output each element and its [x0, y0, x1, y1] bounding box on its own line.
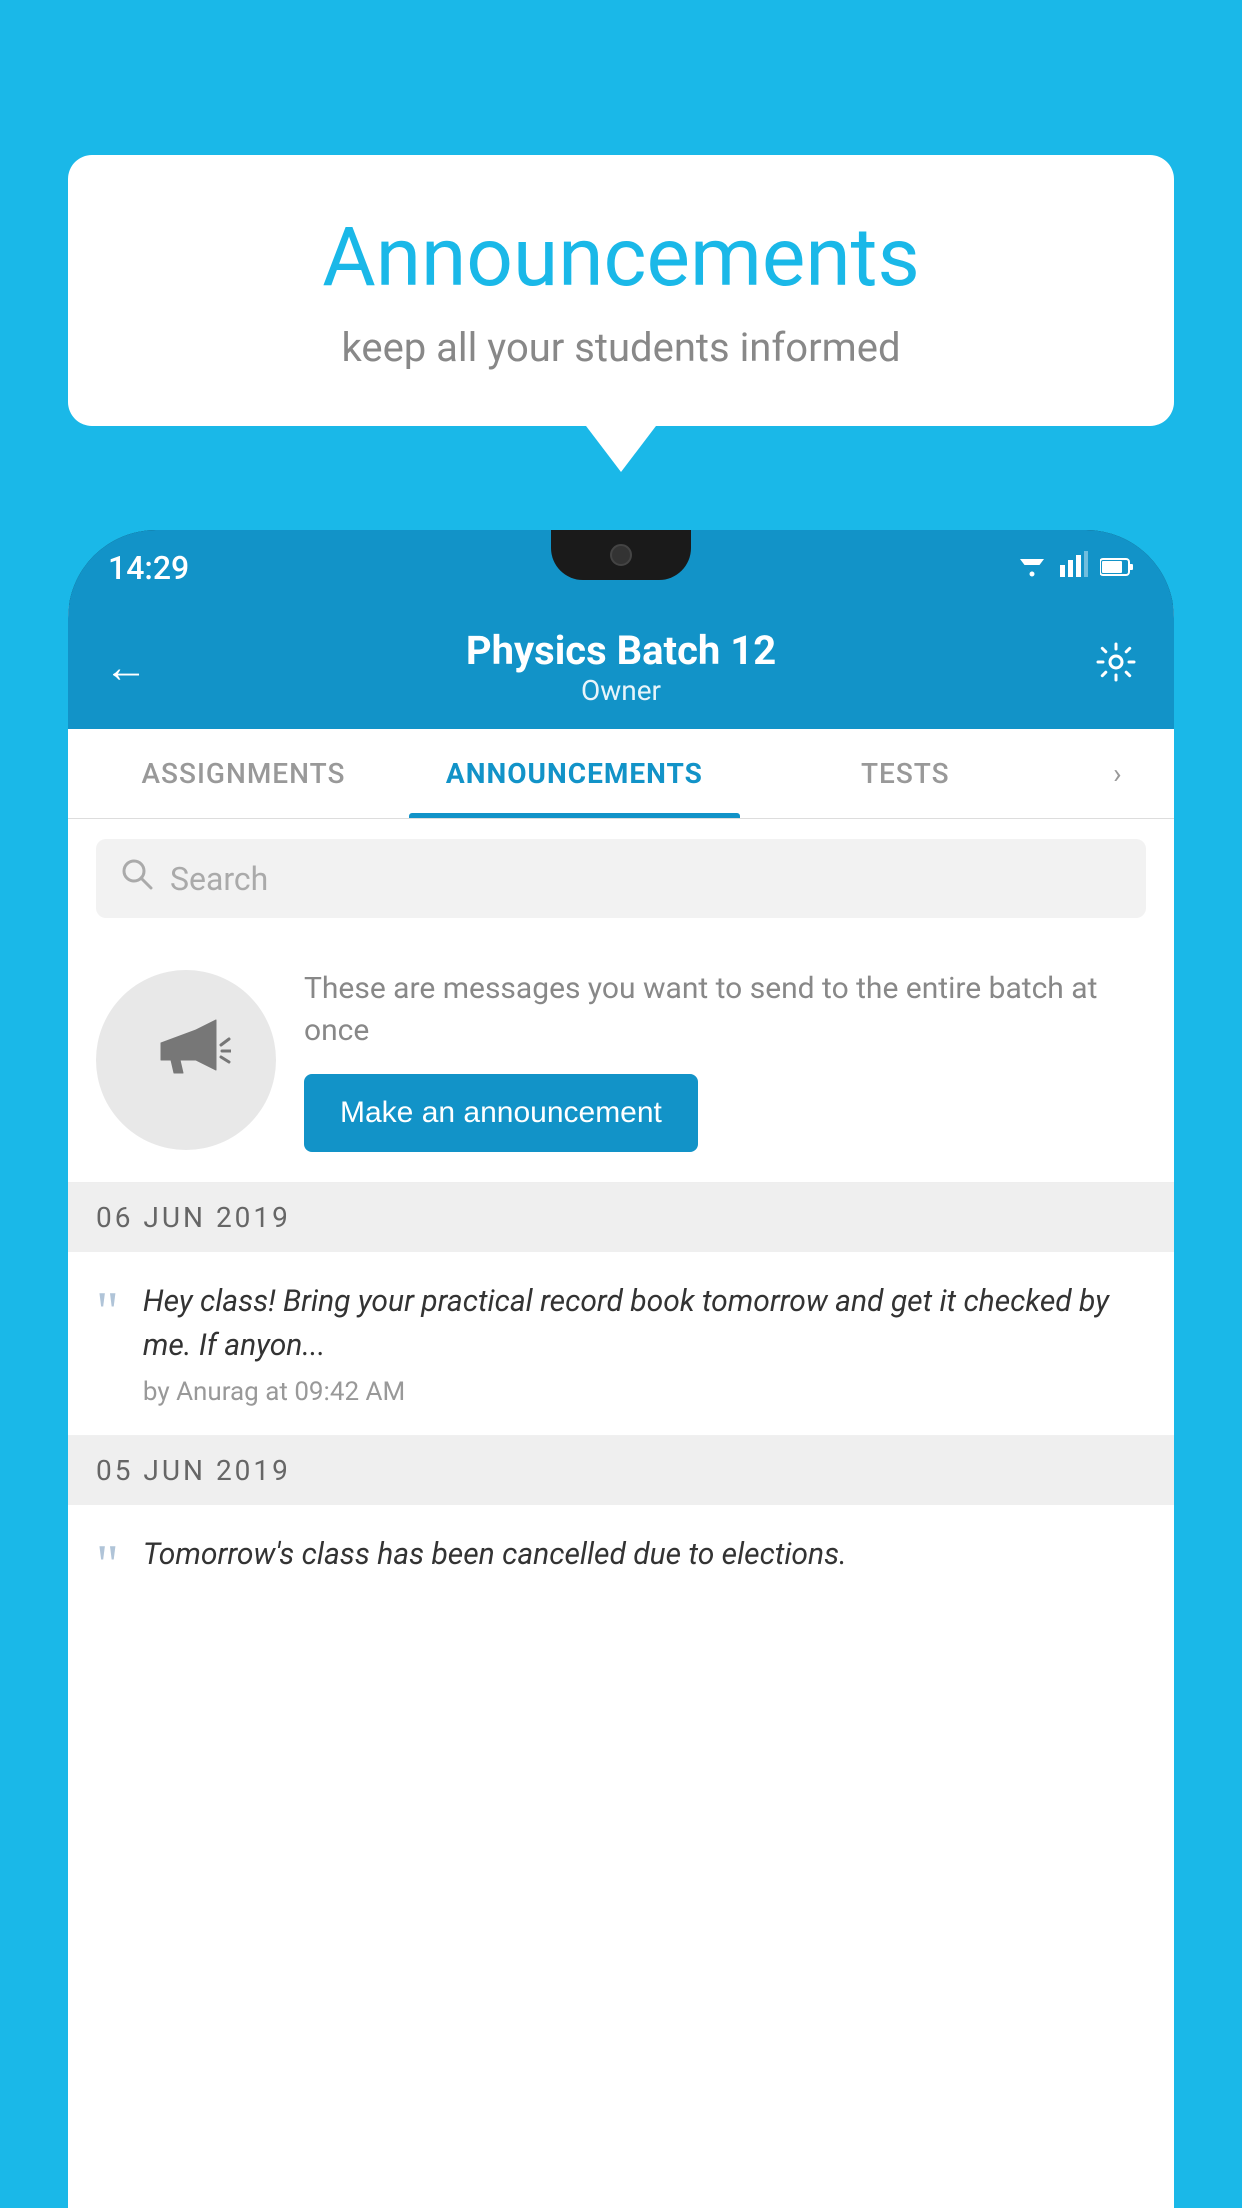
announcement-text-1: Hey class! Bring your practical record b… [143, 1280, 1146, 1367]
date-separator-1: 06 JUN 2019 [68, 1183, 1174, 1252]
tabs-bar: ASSIGNMENTS ANNOUNCEMENTS TESTS › [68, 729, 1174, 819]
announcement-meta-1: by Anurag at 09:42 AM [143, 1377, 1146, 1407]
make-announcement-button[interactable]: Make an announcement [304, 1074, 698, 1152]
quote-icon-2: " [96, 1533, 119, 1593]
status-bar: 14:29 [68, 530, 1174, 605]
quote-icon-1: " [96, 1280, 119, 1340]
batch-title: Physics Batch 12 [466, 627, 776, 674]
megaphone-icon [141, 1005, 231, 1115]
announcement-description: These are messages you want to send to t… [304, 968, 1146, 1052]
wifi-icon [1016, 551, 1048, 584]
date-separator-2: 05 JUN 2019 [68, 1436, 1174, 1505]
role-label: Owner [466, 674, 776, 707]
megaphone-circle [96, 970, 276, 1150]
announcements-title: Announcements [128, 210, 1114, 306]
announcement-right: These are messages you want to send to t… [304, 968, 1146, 1152]
announcement-item-2: " Tomorrow's class has been cancelled du… [68, 1505, 1174, 1621]
tab-assignments[interactable]: ASSIGNMENTS [78, 729, 409, 818]
speech-bubble: Announcements keep all your students inf… [68, 155, 1174, 426]
phone-frame: 14:29 [68, 530, 1174, 2208]
header-title-area: Physics Batch 12 Owner [466, 627, 776, 707]
settings-button[interactable] [1094, 640, 1138, 695]
speech-bubble-container: Announcements keep all your students inf… [68, 155, 1174, 426]
announcements-subtitle: keep all your students informed [128, 324, 1114, 371]
search-icon [120, 857, 154, 900]
battery-icon [1100, 551, 1134, 584]
search-bar[interactable]: Search [96, 839, 1146, 918]
announcement-prompt: These are messages you want to send to t… [68, 938, 1174, 1183]
phone-notch [551, 530, 691, 580]
status-icons [1016, 551, 1134, 584]
tab-more-icon[interactable]: › [1071, 729, 1164, 818]
signal-icon [1060, 551, 1088, 584]
tab-tests[interactable]: TESTS [740, 729, 1071, 818]
announcement-content-1: Hey class! Bring your practical record b… [143, 1280, 1146, 1407]
tab-announcements[interactable]: ANNOUNCEMENTS [409, 729, 740, 818]
announcement-content-2: Tomorrow's class has been cancelled due … [143, 1533, 1146, 1587]
app-header: ← Physics Batch 12 Owner [68, 605, 1174, 729]
front-camera [610, 544, 632, 566]
status-time: 14:29 [108, 549, 189, 587]
announcement-item-1: " Hey class! Bring your practical record… [68, 1252, 1174, 1436]
announcement-text-2: Tomorrow's class has been cancelled due … [143, 1533, 1146, 1577]
phone-screen: ← Physics Batch 12 Owner ASSIGNMENTS ANN… [68, 605, 1174, 2208]
search-container: Search [68, 819, 1174, 938]
back-button[interactable]: ← [104, 641, 148, 693]
search-placeholder: Search [170, 860, 268, 898]
